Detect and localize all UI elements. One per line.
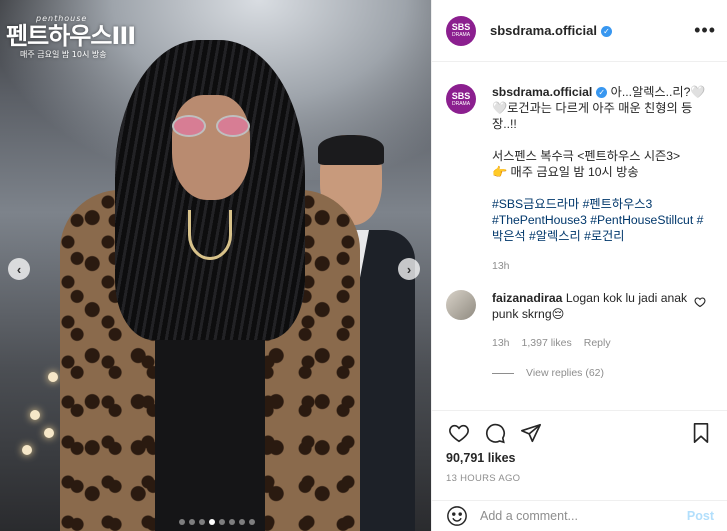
- header-username[interactable]: sbsdrama.official: [490, 23, 597, 38]
- show-logo-watermark: penthouse 펜트하우스III 매주 금요일 밤 10시 방송: [6, 14, 136, 59]
- comments-section: SBS DRAMA sbsdrama.official ✓ 아...알렉스..리?…: [432, 62, 727, 410]
- comment-item: faizanadiraa Logan kok lu jadi anak punk…: [446, 290, 714, 351]
- carousel-dot: [229, 519, 235, 525]
- chevron-right-icon: ›: [406, 261, 412, 277]
- comment-heart-icon[interactable]: [694, 296, 706, 311]
- caption-username[interactable]: sbsdrama.official: [492, 85, 592, 99]
- hashtag-link[interactable]: #로건리: [584, 229, 624, 243]
- chevron-left-icon: ‹: [16, 261, 22, 277]
- instagram-post-modal: penthouse 펜트하우스III 매주 금요일 밤 10시 방송 ‹ › S…: [0, 0, 727, 531]
- carousel-dot: [239, 519, 245, 525]
- avatar-subtext: DRAMA: [451, 100, 471, 107]
- more-options-icon[interactable]: •••: [694, 20, 716, 41]
- bookmark-icon[interactable]: [688, 420, 714, 446]
- like-heart-icon[interactable]: [446, 420, 472, 446]
- post-header: SBS DRAMA sbsdrama.official ✓ •••: [432, 0, 727, 62]
- reply-button[interactable]: Reply: [584, 335, 611, 351]
- replies-divider: [492, 372, 514, 374]
- carousel-dot: [249, 519, 255, 525]
- carousel-dot: [219, 519, 225, 525]
- view-replies-button[interactable]: View replies (62): [492, 367, 714, 379]
- hashtag-list: #SBS금요드라마 #펜트하우스3 #ThePentHouse3 #PentHo…: [492, 196, 712, 244]
- post-like-count[interactable]: 90,791 likes: [446, 451, 714, 465]
- add-comment-bar: Post: [432, 500, 727, 531]
- comment-bubble-icon[interactable]: [482, 420, 508, 446]
- carousel-dot: [179, 519, 185, 525]
- previous-slide-button[interactable]: ‹: [8, 258, 30, 280]
- caption-text-line2: 서스펜스 복수극 <펜트하우스 시즌3>: [492, 149, 681, 163]
- commenter-username[interactable]: faizanadiraa: [492, 291, 562, 305]
- post-timestamp: 13 HOURS AGO: [446, 473, 521, 484]
- caption: SBS DRAMA sbsdrama.official ✓ 아...알렉스..리?…: [446, 84, 714, 274]
- commenter-avatar[interactable]: [446, 290, 476, 320]
- comment-likes[interactable]: 1,397 likes: [522, 335, 572, 351]
- caption-timestamp: 13h: [492, 260, 510, 272]
- avatar-text: SBS: [451, 90, 471, 101]
- hashtag-link[interactable]: #ThePentHouse3: [492, 213, 587, 227]
- post-side-panel: SBS DRAMA sbsdrama.official ✓ ••• SBS DRA…: [431, 0, 727, 531]
- avatar-subtext: DRAMA: [451, 32, 471, 38]
- comment-timestamp: 13h: [492, 337, 510, 349]
- emoji-icon[interactable]: [446, 505, 468, 527]
- hashtag-link[interactable]: #PentHouseStillcut: [590, 213, 693, 227]
- view-replies-label: View replies (62): [526, 367, 605, 379]
- verified-badge-icon: ✓: [596, 87, 608, 99]
- carousel-dots: [179, 519, 255, 525]
- post-actions: 90,791 likes 13 HOURS AGO: [432, 410, 727, 500]
- share-send-icon[interactable]: [518, 420, 544, 446]
- photo-person-foreground: [60, 40, 360, 531]
- hashtag-link[interactable]: #알렉스리: [529, 229, 581, 243]
- hashtag-link[interactable]: #펜트하우스3: [583, 197, 653, 211]
- post-comment-button[interactable]: Post: [687, 509, 714, 523]
- post-photo: penthouse 펜트하우스III 매주 금요일 밤 10시 방송 ‹ ›: [0, 0, 431, 531]
- next-slide-button[interactable]: ›: [398, 258, 420, 280]
- caption-avatar[interactable]: SBS DRAMA: [446, 84, 476, 114]
- comment-input[interactable]: [480, 509, 687, 523]
- hashtag-link[interactable]: #SBS금요드라마: [492, 197, 579, 211]
- verified-badge-icon: ✓: [600, 26, 612, 38]
- avatar-text: SBS: [451, 22, 471, 32]
- carousel-dot: [189, 519, 195, 525]
- avatar[interactable]: SBS DRAMA: [446, 15, 476, 46]
- carousel-dot: [209, 519, 215, 525]
- caption-text-line3: 👉 매주 금요일 밤 10시 방송: [492, 165, 639, 179]
- carousel-dot: [199, 519, 205, 525]
